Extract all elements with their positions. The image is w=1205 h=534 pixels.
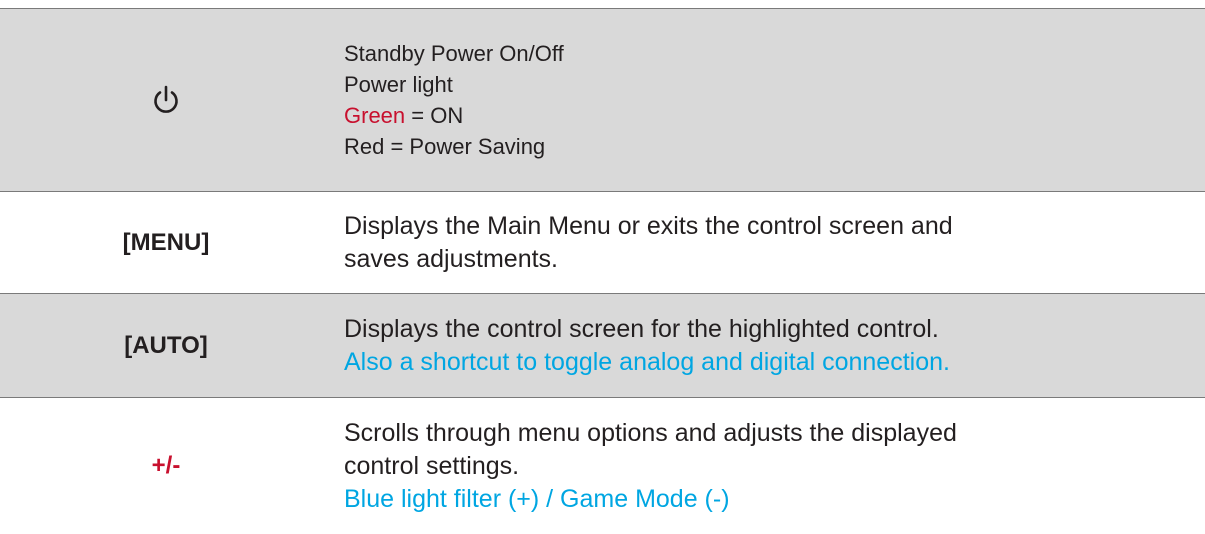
on-state-text: = ON <box>405 103 464 128</box>
description-line: Displays the control screen for the high… <box>344 314 939 343</box>
description-line: saves adjustments. <box>344 244 558 273</box>
description-highlight: Blue light filter (+) / Game Mode (-) <box>344 484 730 513</box>
table-row-plus-minus: +/- Scrolls through menu options and adj… <box>0 398 1205 534</box>
description-cell: Standby Power On/Off Power light Green =… <box>332 9 1205 191</box>
auto-key-label: [AUTO] <box>124 331 208 359</box>
description-cell: Displays the Main Menu or exits the cont… <box>332 192 1205 293</box>
key-cell: +/- <box>0 398 332 534</box>
controls-table: Standby Power On/Off Power light Green =… <box>0 0 1205 534</box>
table-row-auto: [AUTO] Displays the control screen for t… <box>0 294 1205 397</box>
description-highlight: Also a shortcut to toggle analog and dig… <box>344 347 950 376</box>
power-icon <box>151 84 181 116</box>
menu-key-label: [MENU] <box>122 228 210 256</box>
description-line: Scrolls through menu options and adjusts… <box>344 418 957 447</box>
description-cell: Scrolls through menu options and adjusts… <box>332 398 1205 534</box>
description-line: Displays the Main Menu or exits the cont… <box>344 211 953 240</box>
table-row-power: Standby Power On/Off Power light Green =… <box>0 9 1205 191</box>
plus-minus-key-label: +/- <box>151 452 181 479</box>
key-cell: [MENU] <box>0 192 332 293</box>
description-line: control settings. <box>344 451 520 480</box>
description-line: Red = Power Saving <box>344 134 546 159</box>
description-cell: Displays the control screen for the high… <box>332 294 1205 397</box>
table-row-menu: [MENU] Displays the Main Menu or exits t… <box>0 192 1205 293</box>
description-line: Green = ON <box>344 100 1205 131</box>
description-line: Standby Power On/Off <box>344 41 564 66</box>
key-cell <box>0 9 332 191</box>
key-cell: [AUTO] <box>0 294 332 397</box>
green-label: Green <box>344 103 406 128</box>
description-line: Power light <box>344 72 453 97</box>
